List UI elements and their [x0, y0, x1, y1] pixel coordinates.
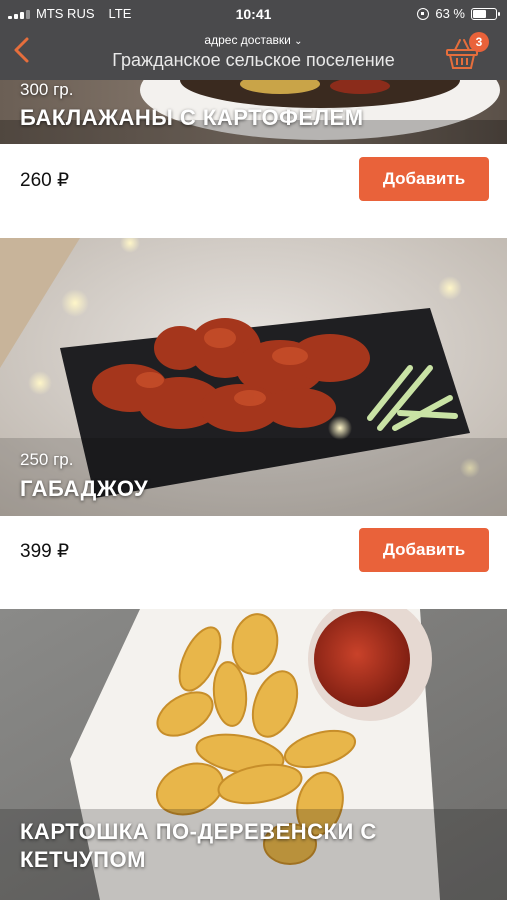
- rotation-lock-icon: [417, 7, 430, 20]
- battery-icon: [471, 7, 500, 20]
- status-bar: MTS RUS LTE 10:41 63 %: [0, 0, 507, 28]
- delivery-address-label: адрес доставки: [204, 33, 291, 47]
- delivery-address-value[interactable]: Гражданское сельское поселение: [0, 50, 507, 71]
- dish-price: 260 ₽: [20, 170, 70, 191]
- dish-title: БАКЛАЖАНЫ С КАРТОФЕЛЕМ: [20, 105, 364, 130]
- cart-count-badge: 3: [469, 32, 489, 52]
- dish-weight: 300 гр.: [20, 80, 74, 99]
- app-header: MTS RUS LTE 10:41 63 % адрес доставки ⌄ …: [0, 0, 507, 80]
- chevron-down-icon: ⌄: [294, 36, 303, 47]
- dish-price: 399 ₽: [20, 541, 70, 562]
- dish-weight: 250 гр.: [20, 450, 74, 469]
- dish-title: КАРТОШКА ПО-ДЕРЕВЕНСКИ С КЕТЧУПОМ: [20, 819, 377, 872]
- add-to-cart-button[interactable]: Добавить: [359, 157, 489, 201]
- battery-percent: 63 %: [435, 6, 465, 21]
- add-to-cart-button[interactable]: Добавить: [359, 528, 489, 572]
- delivery-address-toggle[interactable]: адрес доставки ⌄: [0, 33, 507, 47]
- dish-title: ГАБАДЖОУ: [20, 476, 149, 501]
- cart-button[interactable]: 3: [445, 32, 489, 70]
